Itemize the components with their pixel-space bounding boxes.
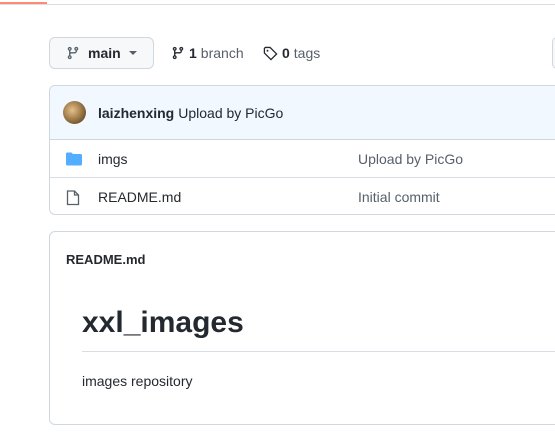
tags-label: tags [293, 45, 321, 61]
git-branch-icon [67, 46, 79, 60]
active-tab-underline [0, 2, 47, 4]
tag-icon [263, 46, 278, 61]
commit-message[interactable]: Upload by PicGo [178, 105, 283, 121]
file-icon [66, 190, 80, 206]
latest-commit-bar: laizhenxing Upload by PicGo [50, 86, 555, 140]
branch-label: branch [200, 45, 244, 61]
file-name[interactable]: imgs [98, 151, 128, 167]
readme-body: images repository [82, 373, 193, 389]
folder-icon [66, 152, 82, 166]
heading-divider [82, 351, 555, 352]
commit-author[interactable]: laizhenxing [98, 105, 174, 121]
file-row[interactable]: README.md Initial commit [50, 178, 555, 214]
branches-link[interactable]: 1 branch [171, 37, 244, 69]
tags-count: 0 [282, 45, 290, 61]
git-branch-icon [172, 46, 184, 60]
avatar[interactable] [63, 101, 86, 124]
file-row[interactable]: imgs Upload by PicGo [50, 140, 555, 178]
file-commit-message[interactable]: Upload by PicGo [358, 151, 463, 167]
branch-name: main [88, 45, 121, 61]
tab-bar-divider [0, 4, 555, 5]
readme-filename[interactable]: README.md [50, 232, 555, 287]
caret-down-icon [128, 51, 137, 55]
file-list: laizhenxing Upload by PicGo imgs Upload … [49, 85, 555, 215]
readme-title: xxl_images [82, 306, 244, 339]
branch-select-button[interactable]: main [49, 37, 154, 69]
branch-count: 1 [189, 45, 197, 61]
tags-link[interactable]: 0 tags [263, 37, 320, 69]
file-name[interactable]: README.md [98, 189, 181, 205]
file-commit-message[interactable]: Initial commit [358, 189, 440, 205]
readme-panel: README.md xxl_images images repository [49, 231, 555, 425]
